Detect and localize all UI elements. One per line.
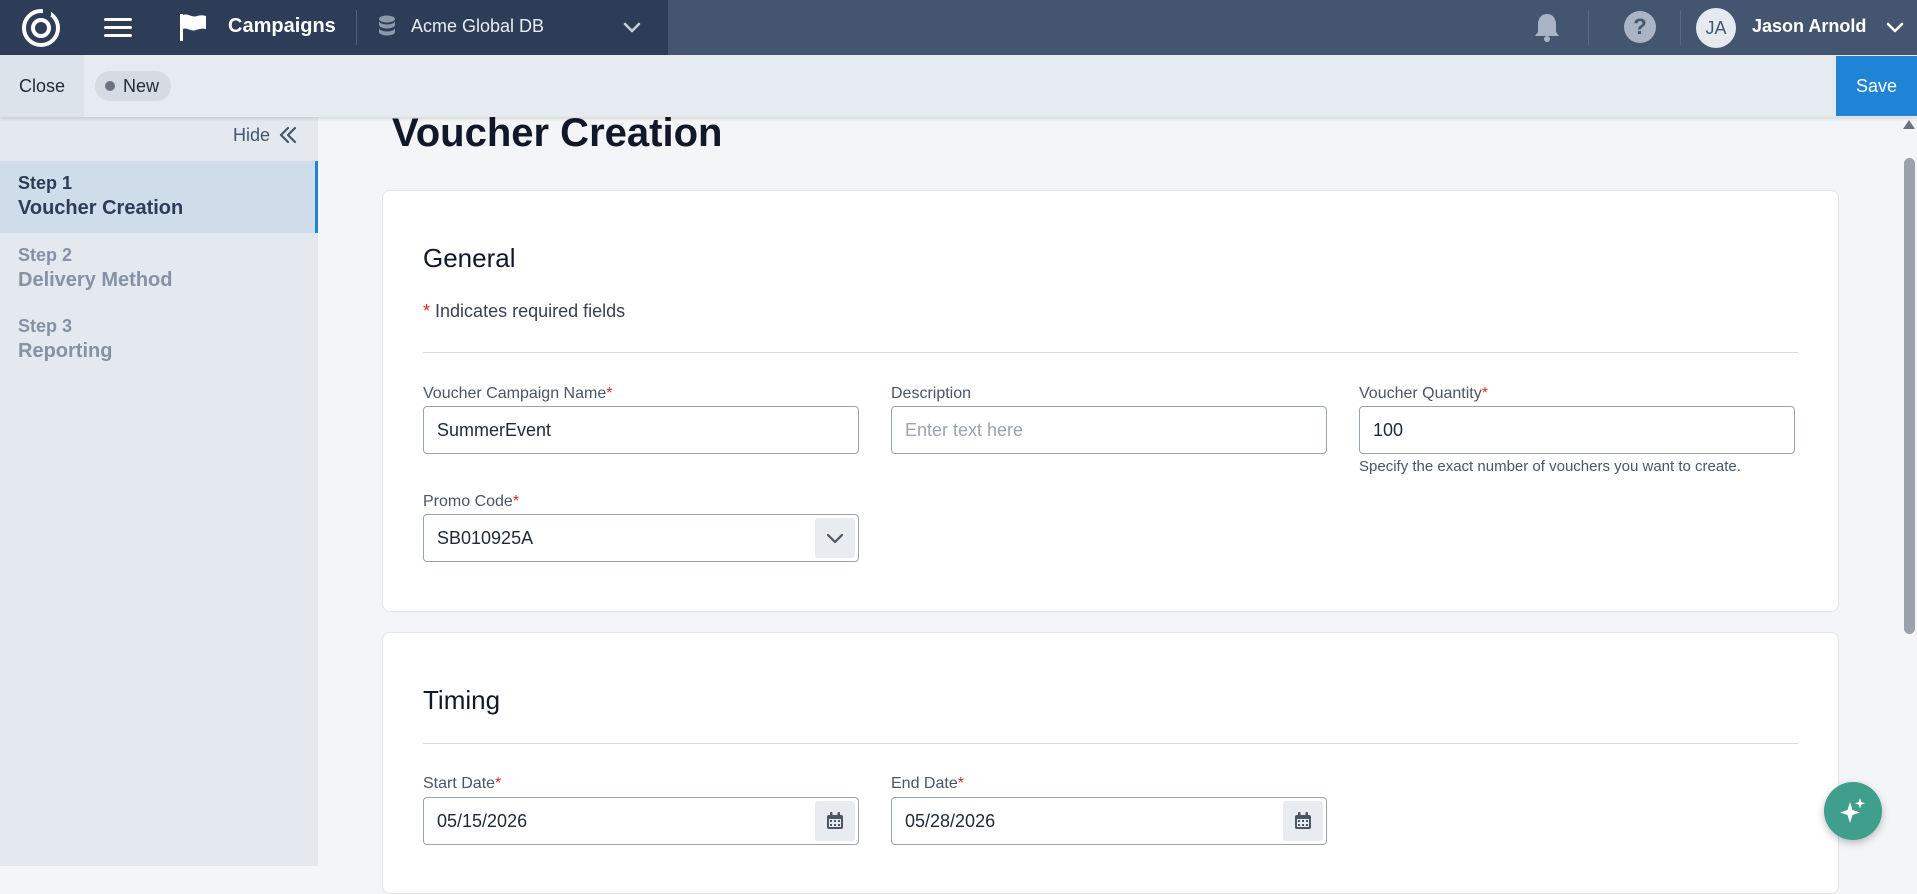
hide-sidebar-label: Hide bbox=[232, 125, 270, 145]
required-star: * bbox=[957, 775, 964, 792]
app-title[interactable]: Campaigns bbox=[228, 15, 336, 38]
step-number: Step 2 bbox=[18, 245, 73, 265]
ai-assistant-button[interactable] bbox=[1824, 782, 1882, 840]
topbar-divider bbox=[356, 10, 357, 45]
required-star: * bbox=[512, 493, 520, 510]
double-chevron-left-icon bbox=[279, 126, 297, 144]
notifications-bell-icon[interactable] bbox=[1532, 11, 1562, 43]
start-date-label-text: Start Date bbox=[423, 775, 496, 792]
topbar-divider bbox=[1680, 10, 1681, 45]
required-fields-note: * Indicates required fields bbox=[423, 301, 625, 322]
top-navigation-bar: Campaigns Acme Global DB ? JA Jason Arno… bbox=[0, 0, 1917, 55]
step-title: Reporting bbox=[18, 340, 113, 362]
scrollbar-thumb[interactable] bbox=[1904, 158, 1915, 634]
campaign-name-input[interactable]: SummerEvent bbox=[423, 406, 859, 454]
start-date-input[interactable]: 05/15/2026 bbox=[423, 797, 859, 845]
description-input[interactable]: Enter text here bbox=[891, 406, 1327, 454]
required-star: * bbox=[423, 301, 431, 321]
promo-code-select[interactable]: SB010925A bbox=[423, 514, 859, 562]
required-star: * bbox=[1481, 385, 1488, 402]
start-date-calendar-button[interactable] bbox=[815, 801, 855, 841]
user-name[interactable]: Jason Arnold bbox=[1752, 16, 1866, 37]
voucher-quantity-label-text: Voucher Quantity bbox=[1359, 385, 1482, 402]
section-divider bbox=[423, 352, 1798, 353]
end-date-value: 05/28/2026 bbox=[905, 811, 996, 831]
end-date-label-text: End Date bbox=[891, 775, 958, 792]
sidebar-step-reporting[interactable]: Step 3 Reporting bbox=[0, 304, 318, 376]
end-date-input[interactable]: 05/28/2026 bbox=[891, 797, 1327, 845]
chevron-down-icon[interactable] bbox=[622, 17, 642, 37]
user-menu-chevron-down-icon[interactable] bbox=[1885, 17, 1905, 37]
calendar-icon bbox=[827, 812, 843, 829]
sparkle-icon bbox=[1840, 798, 1865, 823]
save-button[interactable]: Save bbox=[1836, 56, 1917, 116]
database-icon bbox=[379, 15, 395, 36]
calendar-icon bbox=[1295, 812, 1311, 829]
voucher-quantity-hint: Specify the exact number of vouchers you… bbox=[1359, 458, 1741, 475]
sidebar-step-voucher-creation[interactable]: Step 1 Voucher Creation bbox=[0, 161, 318, 233]
flag-icon bbox=[180, 14, 206, 41]
promo-code-value: SB010925A bbox=[437, 528, 534, 548]
sidebar-step-delivery-method[interactable]: Step 2 Delivery Method bbox=[0, 233, 318, 305]
close-button[interactable]: Close bbox=[0, 55, 84, 117]
required-star: * bbox=[606, 385, 613, 402]
hide-sidebar-button[interactable]: Hide bbox=[233, 125, 298, 146]
chevron-down-icon bbox=[826, 533, 844, 544]
steps-sidebar: Hide Step 1 Voucher Creation Step 2 Deli… bbox=[0, 117, 318, 866]
campaign-name-label: Voucher Campaign Name* bbox=[423, 385, 612, 403]
user-avatar[interactable]: JA bbox=[1696, 8, 1736, 48]
help-icon[interactable]: ? bbox=[1624, 11, 1656, 43]
status-badge-label: New bbox=[123, 76, 160, 96]
section-divider bbox=[423, 743, 1798, 744]
page-title: Voucher Creation bbox=[392, 111, 723, 155]
voucher-quantity-input[interactable]: 100 bbox=[1359, 406, 1795, 454]
topbar-left-section: Campaigns Acme Global DB bbox=[0, 0, 668, 55]
action-bar: Close New Save bbox=[0, 55, 1917, 117]
timing-section-card: Timing Start Date* 05/15/2026 End Date* … bbox=[382, 632, 1839, 894]
required-star: * bbox=[495, 775, 502, 792]
status-dot-icon bbox=[105, 81, 115, 91]
scroll-up-arrow-icon[interactable] bbox=[1903, 120, 1915, 129]
promo-code-label: Promo Code* bbox=[423, 493, 519, 511]
required-note-text: Indicates required fields bbox=[435, 301, 626, 321]
database-selector[interactable]: Acme Global DB bbox=[411, 16, 544, 37]
app-logo-icon[interactable] bbox=[20, 7, 62, 49]
step-number: Step 1 bbox=[18, 173, 73, 193]
end-date-label: End Date* bbox=[891, 775, 964, 793]
section-heading-general: General bbox=[423, 243, 516, 273]
start-date-value: 05/15/2026 bbox=[437, 811, 528, 831]
description-label: Description bbox=[891, 385, 972, 402]
step-title: Voucher Creation bbox=[18, 197, 184, 219]
voucher-quantity-label: Voucher Quantity* bbox=[1359, 385, 1488, 403]
step-title: Delivery Method bbox=[18, 269, 173, 291]
promo-code-dropdown-button[interactable] bbox=[815, 518, 855, 558]
topbar-divider bbox=[1588, 10, 1589, 45]
menu-hamburger-icon[interactable] bbox=[104, 14, 132, 40]
status-badge: New bbox=[95, 71, 172, 101]
general-section-card: General * Indicates required fields Vouc… bbox=[382, 190, 1839, 612]
step-number: Step 3 bbox=[18, 316, 73, 336]
campaign-name-label-text: Voucher Campaign Name bbox=[423, 385, 607, 402]
promo-code-label-text: Promo Code bbox=[423, 493, 513, 510]
section-heading-timing: Timing bbox=[423, 685, 501, 715]
end-date-calendar-button[interactable] bbox=[1283, 801, 1323, 841]
start-date-label: Start Date* bbox=[423, 775, 501, 793]
